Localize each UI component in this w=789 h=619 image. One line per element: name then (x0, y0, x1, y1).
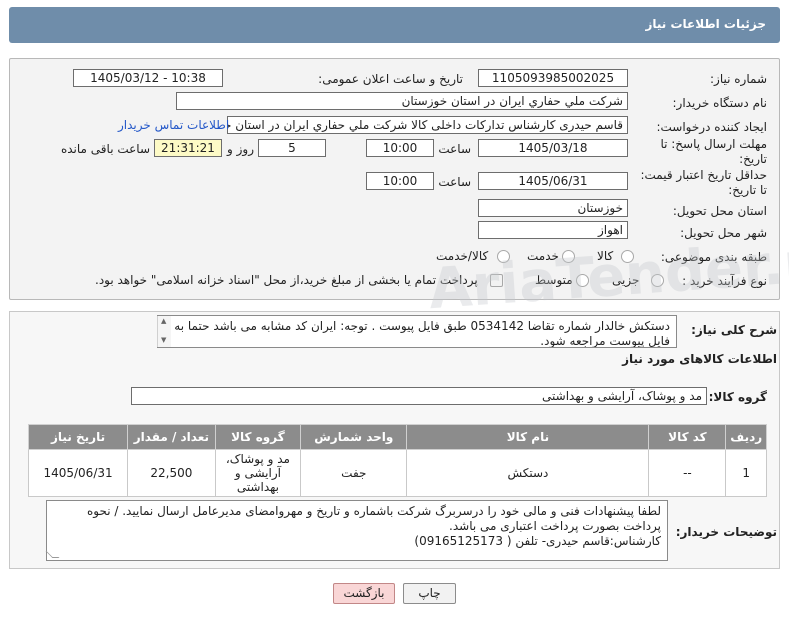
deadline-date-field: 1405/03/18 (478, 139, 628, 157)
category-goods-service-label: کالا/خدمت (436, 249, 489, 263)
deadline-time-field: 10:00 (366, 139, 434, 157)
time-remaining-field: 21:31:21 (154, 139, 222, 157)
category-label: طبقه بندی موضوعی: (660, 250, 767, 264)
page-header: جزئیات اطلاعات نیاز (9, 7, 780, 43)
col-unit: واحد شمارش (300, 424, 408, 450)
buyer-notes-line-2: کارشناس:قاسم حیدری- تلفن ( 09165125173) (414, 534, 661, 548)
announce-date-field: 1405/03/12 - 10:38 (73, 69, 223, 87)
summary-label: شرح کلی نیاز: (691, 323, 777, 337)
buyer-notes-line-1: لطفا پیشنهادات فنی و مالی خود را درسربرگ… (87, 504, 661, 533)
treasury-note: پرداخت تمام یا بخشی از مبلغ خرید،از محل … (95, 273, 478, 287)
cell-name: دستکش (406, 449, 650, 497)
category-goods-label: کالا (597, 249, 614, 263)
time-remaining-label: ساعت باقی مانده (60, 142, 150, 156)
validity-time-field: 10:00 (366, 172, 434, 190)
purchase-small-label: جزیی (612, 273, 640, 287)
category-service-radio[interactable] (562, 250, 575, 263)
city-field: اهواز (478, 221, 628, 239)
deadline-time-label: ساعت (438, 142, 471, 156)
treasury-checkbox[interactable] (490, 274, 503, 287)
goods-table-header: ردیف کد کالا نام کالا واحد شمارش گروه کا… (27, 424, 767, 450)
announce-date-label: تاریخ و ساعت اعلان عمومی: (318, 72, 463, 86)
category-service-label: خدمت (527, 249, 559, 263)
purchase-small-radio[interactable] (651, 274, 664, 287)
need-number-field: 1105093985002025 (478, 69, 628, 87)
cell-date: 1405/06/31 (27, 449, 129, 497)
cell-group: مد و پوشاک، آرایشی و بهداشتی (214, 449, 302, 497)
col-code: کد کالا (648, 424, 727, 450)
validity-date-field: 1405/06/31 (478, 172, 628, 190)
requester-field: قاسم حیدری کارشناس تدارکات داخلی کالا شر… (227, 116, 628, 134)
goods-section-title: اطلاعات کالاهای مورد نیاز (622, 352, 777, 366)
col-qty: تعداد / مقدار (127, 424, 216, 450)
print-button[interactable]: چاپ (403, 583, 456, 604)
goods-table: ردیف کد کالا نام کالا واحد شمارش گروه کا… (27, 424, 767, 497)
scroll-up-icon[interactable]: ▲ (161, 317, 166, 325)
category-goods-service-radio[interactable] (497, 250, 510, 263)
requester-label: ایجاد کننده درخواست: (656, 120, 767, 134)
col-row: ردیف (725, 424, 767, 450)
city-label: شهر محل تحویل: (680, 226, 767, 240)
table-row: 1 -- دستکش جفت مد و پوشاک، آرایشی و بهدا… (27, 449, 767, 497)
cell-row: 1 (725, 449, 767, 497)
province-label: استان محل تحویل: (672, 204, 767, 218)
need-number-label: شماره نیاز: (710, 72, 767, 86)
summary-textarea[interactable]: دستکش خالدار شماره تقاضا 0534142 طبق فای… (157, 315, 677, 348)
days-remaining-field: 5 (258, 139, 326, 157)
buyer-contact-link[interactable]: اطلاعات تماس خریدار (118, 118, 229, 132)
cell-unit: جفت (300, 449, 408, 497)
goods-group-field: مد و پوشاک، آرایشی و بهداشتی (131, 387, 707, 405)
deadline-label-2: تاریخ: (739, 152, 767, 166)
buyer-org-label: نام دستگاه خریدار: (672, 96, 768, 110)
goods-group-label: گروه کالا: (708, 390, 767, 404)
buyer-org-field: شرکت ملي حفاري ايران در استان خوزستان (176, 92, 628, 110)
deadline-label: مهلت ارسال پاسخ: تا (660, 137, 767, 151)
col-date: تاریخ نیاز (27, 424, 129, 450)
summary-scrollbar[interactable]: ▲ ▼ (157, 316, 171, 347)
validity-label: حداقل تاریخ اعتبار قیمت: (640, 168, 767, 182)
col-name: نام کالا (406, 424, 650, 450)
cell-code: -- (648, 449, 727, 497)
back-button[interactable]: بازگشت (333, 583, 395, 604)
province-field: خوزستان (478, 199, 628, 217)
buyer-notes-textarea[interactable]: لطفا پیشنهادات فنی و مالی خود را درسربرگ… (46, 500, 668, 561)
category-goods-radio[interactable] (621, 250, 634, 263)
validity-label-2: تا تاریخ: (728, 183, 767, 197)
buyer-notes-label: توضیحات خریدار: (675, 525, 777, 539)
summary-text: دستکش خالدار شماره تقاضا 0534142 طبق فای… (174, 319, 670, 348)
days-label: روز و (227, 142, 254, 156)
purchase-type-label: نوع فرآیند خرید : (682, 274, 767, 288)
scroll-down-icon[interactable]: ▼ (161, 336, 166, 344)
page-title: جزئیات اطلاعات نیاز (645, 17, 766, 31)
purchase-medium-radio[interactable] (576, 274, 589, 287)
purchase-medium-label: متوسط (535, 273, 573, 287)
validity-time-label: ساعت (438, 175, 471, 189)
cell-qty: 22,500 (127, 449, 216, 497)
col-group: گروه کالا (214, 424, 302, 450)
